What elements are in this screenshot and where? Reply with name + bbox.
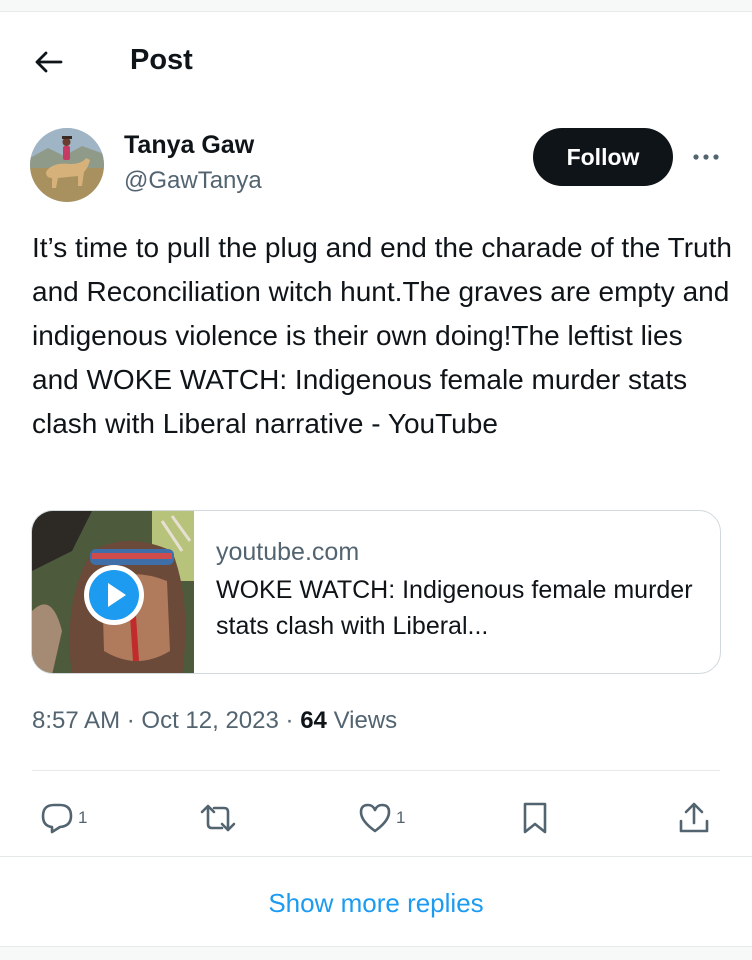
ellipsis-icon xyxy=(693,154,719,160)
more-options-button[interactable] xyxy=(686,140,726,174)
video-thumbnail[interactable] xyxy=(32,511,194,673)
author-row: Tanya Gaw @GawTanya Follow xyxy=(0,118,752,210)
follow-button[interactable]: Follow xyxy=(533,128,673,186)
like-count: 1 xyxy=(396,808,406,827)
views-label: Views xyxy=(333,707,398,734)
reply-icon xyxy=(41,803,73,834)
divider xyxy=(0,856,752,857)
play-icon[interactable] xyxy=(82,563,146,627)
avatar[interactable] xyxy=(30,128,104,202)
tweet-date[interactable]: Oct 12, 2023 xyxy=(141,707,278,734)
tweet-time[interactable]: 8:57 AM xyxy=(32,707,120,734)
reply-count: 1 xyxy=(78,808,88,827)
meta-separator: · xyxy=(126,707,135,734)
retweet-icon xyxy=(200,804,236,832)
tweet-meta: 8:57 AM · Oct 12, 2023 · 64 Views xyxy=(32,704,397,738)
author-name[interactable]: Tanya Gaw xyxy=(124,130,254,160)
divider xyxy=(32,770,720,771)
like-icon xyxy=(359,803,391,833)
top-edge-strip xyxy=(0,0,752,12)
author-handle[interactable]: @GawTanya xyxy=(124,166,262,196)
action-bar: 1 1 xyxy=(0,790,752,844)
views-count: 64 xyxy=(300,707,327,734)
show-more-replies-button[interactable]: Show more replies xyxy=(0,870,752,936)
bookmark-button[interactable] xyxy=(520,798,550,838)
back-button[interactable] xyxy=(28,42,68,82)
share-icon xyxy=(679,802,709,833)
horse-rider-avatar xyxy=(30,128,104,202)
card-domain: youtube.com xyxy=(216,538,360,566)
like-button[interactable]: 1 xyxy=(358,798,405,838)
bookmark-icon xyxy=(523,802,547,834)
meta-separator: · xyxy=(285,707,294,734)
card-title: WOKE WATCH: Indigenous female murder sta… xyxy=(216,576,693,640)
arrow-left-icon xyxy=(35,51,63,73)
reply-button[interactable]: 1 xyxy=(40,798,87,838)
share-button[interactable] xyxy=(678,798,710,838)
header: Post xyxy=(0,12,752,108)
card-text: youtube.com WOKE WATCH: Indigenous femal… xyxy=(216,535,696,644)
bottom-edge-strip xyxy=(0,946,752,960)
tweet-text: It’s time to pull the plug and end the c… xyxy=(32,232,732,439)
page-title: Post xyxy=(130,44,193,76)
retweet-button[interactable] xyxy=(198,798,238,838)
link-preview-card[interactable]: youtube.com WOKE WATCH: Indigenous femal… xyxy=(31,510,721,674)
